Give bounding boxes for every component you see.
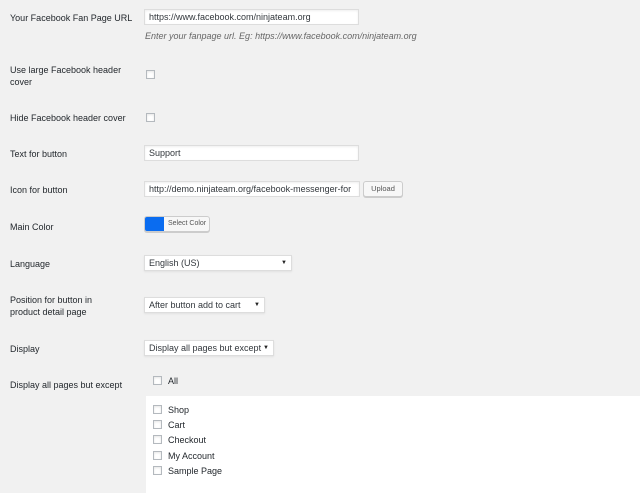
hide-header-label: Hide Facebook header cover xyxy=(10,113,126,123)
display-select[interactable]: Display all pages but except ▼ xyxy=(144,340,274,356)
page-checkbox[interactable] xyxy=(153,466,162,475)
fan-page-url-label: Your Facebook Fan Page URL xyxy=(10,13,133,23)
page-checkbox[interactable] xyxy=(153,435,162,444)
except-all-label: All xyxy=(168,376,179,386)
position-label-line1: Position for button in xyxy=(10,295,93,305)
display-label: Display xyxy=(10,344,40,354)
page-checkbox[interactable] xyxy=(153,405,162,414)
select-color-label: Select Color xyxy=(168,220,207,227)
page-label: Cart xyxy=(168,420,186,430)
large-header-checkbox[interactable] xyxy=(146,70,155,79)
position-label: Position for button in product detail pa… xyxy=(10,294,92,318)
language-select[interactable]: English (US) ▼ xyxy=(144,255,292,271)
position-selected: After button add to cart xyxy=(149,300,241,310)
page-label: Sample Page xyxy=(168,466,223,476)
color-swatch xyxy=(145,217,164,231)
except-pages-panel xyxy=(146,396,640,493)
language-label: Language xyxy=(10,259,51,269)
position-label-line2: product detail page xyxy=(10,307,87,317)
language-selected: English (US) xyxy=(149,258,200,268)
fan-page-url-input[interactable] xyxy=(144,9,359,25)
color-picker-button[interactable]: Select Color xyxy=(144,216,210,232)
page-checkbox[interactable] xyxy=(153,451,162,460)
page-checkbox[interactable] xyxy=(153,420,162,429)
hide-header-checkbox[interactable] xyxy=(146,113,155,122)
large-header-label-line2: cover xyxy=(10,77,33,87)
button-text-input[interactable] xyxy=(144,145,359,161)
page-label: My Account xyxy=(168,451,215,461)
except-label: Display all pages but except xyxy=(10,380,123,390)
chevron-down-icon: ▼ xyxy=(254,302,260,308)
large-header-label: Use large Facebook header cover xyxy=(10,64,121,88)
page-label: Checkout xyxy=(168,435,207,445)
page-label: Shop xyxy=(168,405,190,415)
button-icon-label: Icon for button xyxy=(10,185,68,195)
button-icon-url-input[interactable] xyxy=(144,181,360,197)
display-selected: Display all pages but except xyxy=(149,343,262,353)
chevron-down-icon: ▼ xyxy=(263,345,269,351)
except-all-checkbox[interactable] xyxy=(153,376,162,385)
button-text-label: Text for button xyxy=(10,149,68,159)
main-color-label: Main Color xyxy=(10,222,54,232)
chevron-down-icon: ▼ xyxy=(281,260,287,266)
position-select[interactable]: After button add to cart ▼ xyxy=(144,297,265,313)
upload-button[interactable]: Upload xyxy=(363,181,403,197)
large-header-label-line1: Use large Facebook header xyxy=(10,65,122,75)
fan-page-url-description: Enter your fanpage url. Eg: https://www.… xyxy=(145,31,417,41)
